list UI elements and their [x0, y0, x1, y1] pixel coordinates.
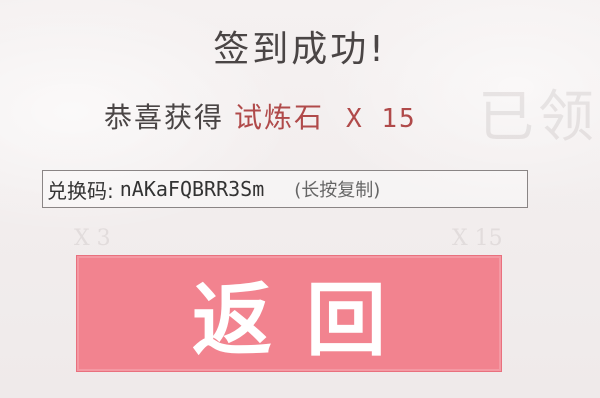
background-claimed-stamp: 已领 — [478, 85, 598, 150]
redeem-code-label: 兑换码: — [47, 178, 114, 203]
back-button-label: 返回 — [192, 272, 420, 367]
copy-hint: (长按复制) — [294, 180, 381, 201]
back-button[interactable]: 返回 — [76, 255, 502, 372]
background-qty-left: X 3 — [74, 226, 111, 251]
redeem-code-value[interactable]: nAKaFQBRR3Sm — [120, 177, 265, 201]
dialog-title: 签到成功! — [213, 29, 387, 70]
background-qty-right: X 15 — [452, 226, 503, 251]
reward-item: 试炼石 — [234, 101, 325, 134]
reward-prefix: 恭喜获得 — [104, 101, 225, 134]
reward-quantity: X 15 — [346, 104, 417, 134]
reward-line: 恭喜获得 试炼石 X 15 — [104, 96, 417, 136]
redeem-code-field[interactable]: 兑换码: nAKaFQBRR3Sm (长按复制) — [42, 170, 528, 208]
